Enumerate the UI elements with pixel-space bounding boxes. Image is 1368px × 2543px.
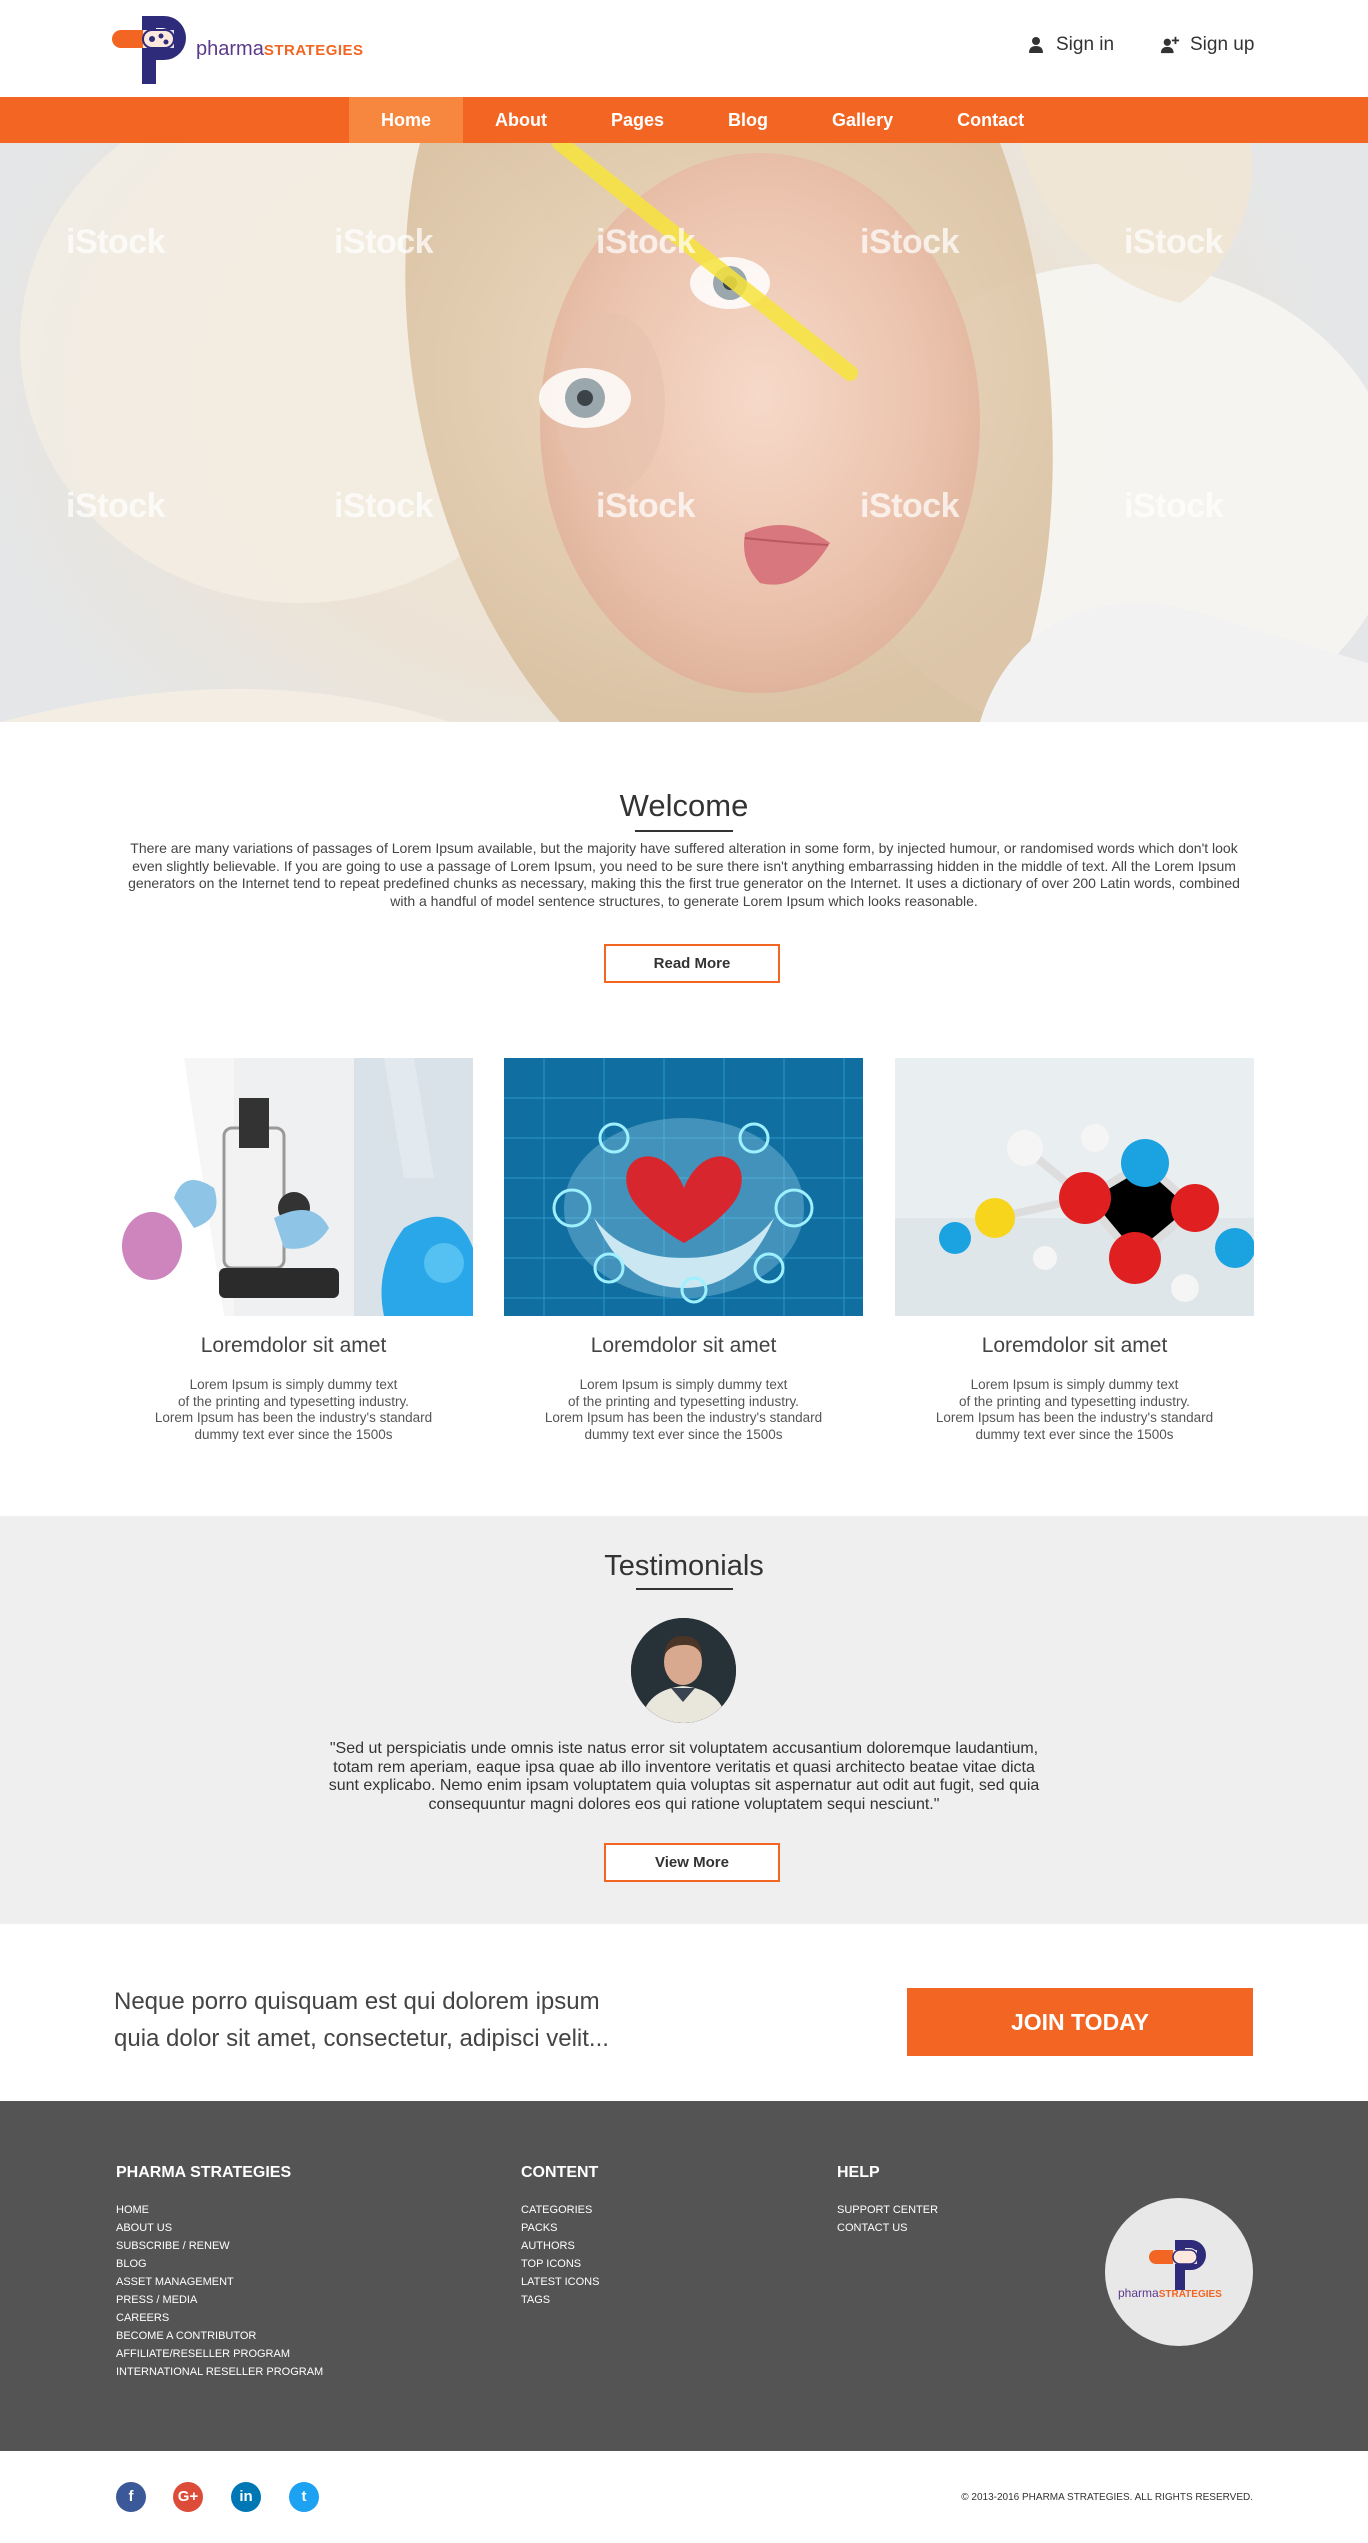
add-user-icon — [1160, 36, 1180, 54]
testimonials-divider — [636, 1588, 733, 1590]
google-plus-icon[interactable]: G+ — [173, 2482, 203, 2512]
card-title: Loremdolor sit amet — [200, 1334, 387, 1357]
footer-link-authors[interactable]: AUTHORS — [521, 2237, 599, 2255]
footer-logo — [1105, 2198, 1253, 2346]
welcome-paragraph: There are many variations of passages of… — [128, 840, 1240, 909]
view-more-button[interactable]: View More — [604, 1843, 780, 1882]
logo-wordmark: pharmaSTRATEGIES — [196, 38, 364, 60]
linkedin-icon[interactable]: in — [231, 2482, 261, 2512]
footer-link-contact[interactable]: CONTACT US — [837, 2219, 938, 2237]
hero-watermark: iStock — [860, 223, 960, 261]
footer-link-latest-icons[interactable]: LATEST ICONS — [521, 2273, 599, 2291]
avatar — [631, 1618, 736, 1723]
hero-watermark: iStock — [66, 487, 166, 525]
sign-up-label: Sign up — [1190, 34, 1255, 55]
footer-link-packs[interactable]: PACKS — [521, 2219, 599, 2237]
hero-banner-image: iStock iStock iStock iStock iStock iStoc… — [0, 143, 1368, 722]
card-image-microscope[interactable] — [114, 1058, 473, 1316]
footer-links-company: HOME ABOUT US SUBSCRIBE / RENEW BLOG ASS… — [116, 2201, 323, 2381]
footer-link-home[interactable]: HOME — [116, 2201, 323, 2219]
hero-watermark: iStock — [66, 223, 166, 261]
footer-link-tags[interactable]: TAGS — [521, 2291, 599, 2309]
pill-logo-icon — [112, 16, 186, 84]
testimonials-heading: Testimonials — [604, 1550, 764, 1582]
hero-watermark: iStock — [1124, 223, 1224, 261]
footer-link-affiliate[interactable]: AFFILIATE/RESELLER PROGRAM — [116, 2345, 323, 2363]
site-logo[interactable]: pharmaSTRATEGIES — [112, 12, 372, 84]
join-today-button[interactable]: JOIN TODAY — [907, 1988, 1253, 2056]
twitter-icon[interactable]: t — [289, 2482, 319, 2512]
welcome-heading: Welcome — [619, 788, 749, 823]
nav-item-contact[interactable]: Contact — [925, 97, 1056, 143]
read-more-button[interactable]: Read More — [604, 944, 780, 983]
hero-watermark: iStock — [1124, 487, 1224, 525]
card-description: Lorem Ipsum is simply dummy text of the … — [935, 1377, 1214, 1442]
sign-in-label: Sign in — [1056, 34, 1115, 55]
nav-item-home[interactable]: Home — [349, 97, 464, 143]
footer-heading: HELP — [837, 2164, 880, 2181]
pill-logo-icon — [1149, 2240, 1206, 2290]
facebook-icon[interactable]: f — [116, 2482, 146, 2512]
footer-links-content: CATEGORIES PACKS AUTHORS TOP ICONS LATES… — [521, 2201, 599, 2309]
card-title: Loremdolor sit amet — [981, 1334, 1168, 1357]
footer-link-contributor[interactable]: BECOME A CONTRIBUTOR — [116, 2327, 323, 2345]
footer-link-categories[interactable]: CATEGORIES — [521, 2201, 599, 2219]
nav-item-about[interactable]: About — [463, 97, 579, 143]
footer-link-press[interactable]: PRESS / MEDIA — [116, 2291, 323, 2309]
cta-text: Neque porro quisquam est qui dolorem ips… — [114, 1988, 609, 2052]
footer-link-top-icons[interactable]: TOP ICONS — [521, 2255, 599, 2273]
hero-watermark: iStock — [596, 487, 696, 525]
welcome-divider — [635, 830, 733, 832]
main-navbar: Home About Pages Blog Gallery Contact — [0, 97, 1368, 143]
nav-item-pages[interactable]: Pages — [579, 97, 696, 143]
footer-link-asset-management[interactable]: ASSET MANAGEMENT — [116, 2273, 323, 2291]
hero-watermark: iStock — [334, 487, 434, 525]
footer-link-support[interactable]: SUPPORT CENTER — [837, 2201, 938, 2219]
card-image-heart[interactable] — [504, 1058, 863, 1316]
testimonial-quote: "Sed ut perspiciatis unde omnis iste nat… — [328, 1740, 1040, 1813]
card-description: Lorem Ipsum is simply dummy text of the … — [154, 1377, 433, 1442]
sign-up-link[interactable]: Sign up — [1160, 34, 1254, 56]
card-description: Lorem Ipsum is simply dummy text of the … — [544, 1377, 823, 1442]
footer-link-careers[interactable]: CAREERS — [116, 2309, 323, 2327]
footer-heading: CONTENT — [521, 2164, 599, 2181]
footer-link-subscribe[interactable]: SUBSCRIBE / RENEW — [116, 2237, 323, 2255]
hero-watermark: iStock — [334, 223, 434, 261]
card-title: Loremdolor sit amet — [590, 1334, 777, 1357]
person-portrait — [631, 1618, 736, 1723]
user-icon — [1029, 37, 1043, 53]
footer-link-international[interactable]: INTERNATIONAL RESELLER PROGRAM — [116, 2363, 323, 2381]
hero-watermark: iStock — [596, 223, 696, 261]
microscope-photo — [114, 1058, 473, 1316]
main-nav: Home About Pages Blog Gallery Contact — [349, 97, 1056, 143]
footer-heading: PHARMA STRATEGIES — [116, 2164, 292, 2181]
footer-logo-wordmark: pharmaSTRATEGIES — [1118, 2286, 1222, 2300]
molecule-photo — [895, 1058, 1254, 1316]
heart-hands-photo — [504, 1058, 863, 1316]
sign-in-link[interactable]: Sign in — [1026, 34, 1114, 56]
footer-link-blog[interactable]: BLOG — [116, 2255, 323, 2273]
card-image-molecule[interactable] — [895, 1058, 1254, 1316]
nav-item-gallery[interactable]: Gallery — [800, 97, 925, 143]
hero-watermark: iStock — [860, 487, 960, 525]
site-header: pharmaSTRATEGIES Sign in Sign up — [0, 0, 1368, 97]
nav-item-blog[interactable]: Blog — [696, 97, 800, 143]
footer-links-help: SUPPORT CENTER CONTACT US — [837, 2201, 938, 2237]
footer-link-about[interactable]: ABOUT US — [116, 2219, 323, 2237]
copyright-text: © 2013-2016 PHARMA STRATEGIES. ALL RIGHT… — [961, 2492, 1253, 2503]
